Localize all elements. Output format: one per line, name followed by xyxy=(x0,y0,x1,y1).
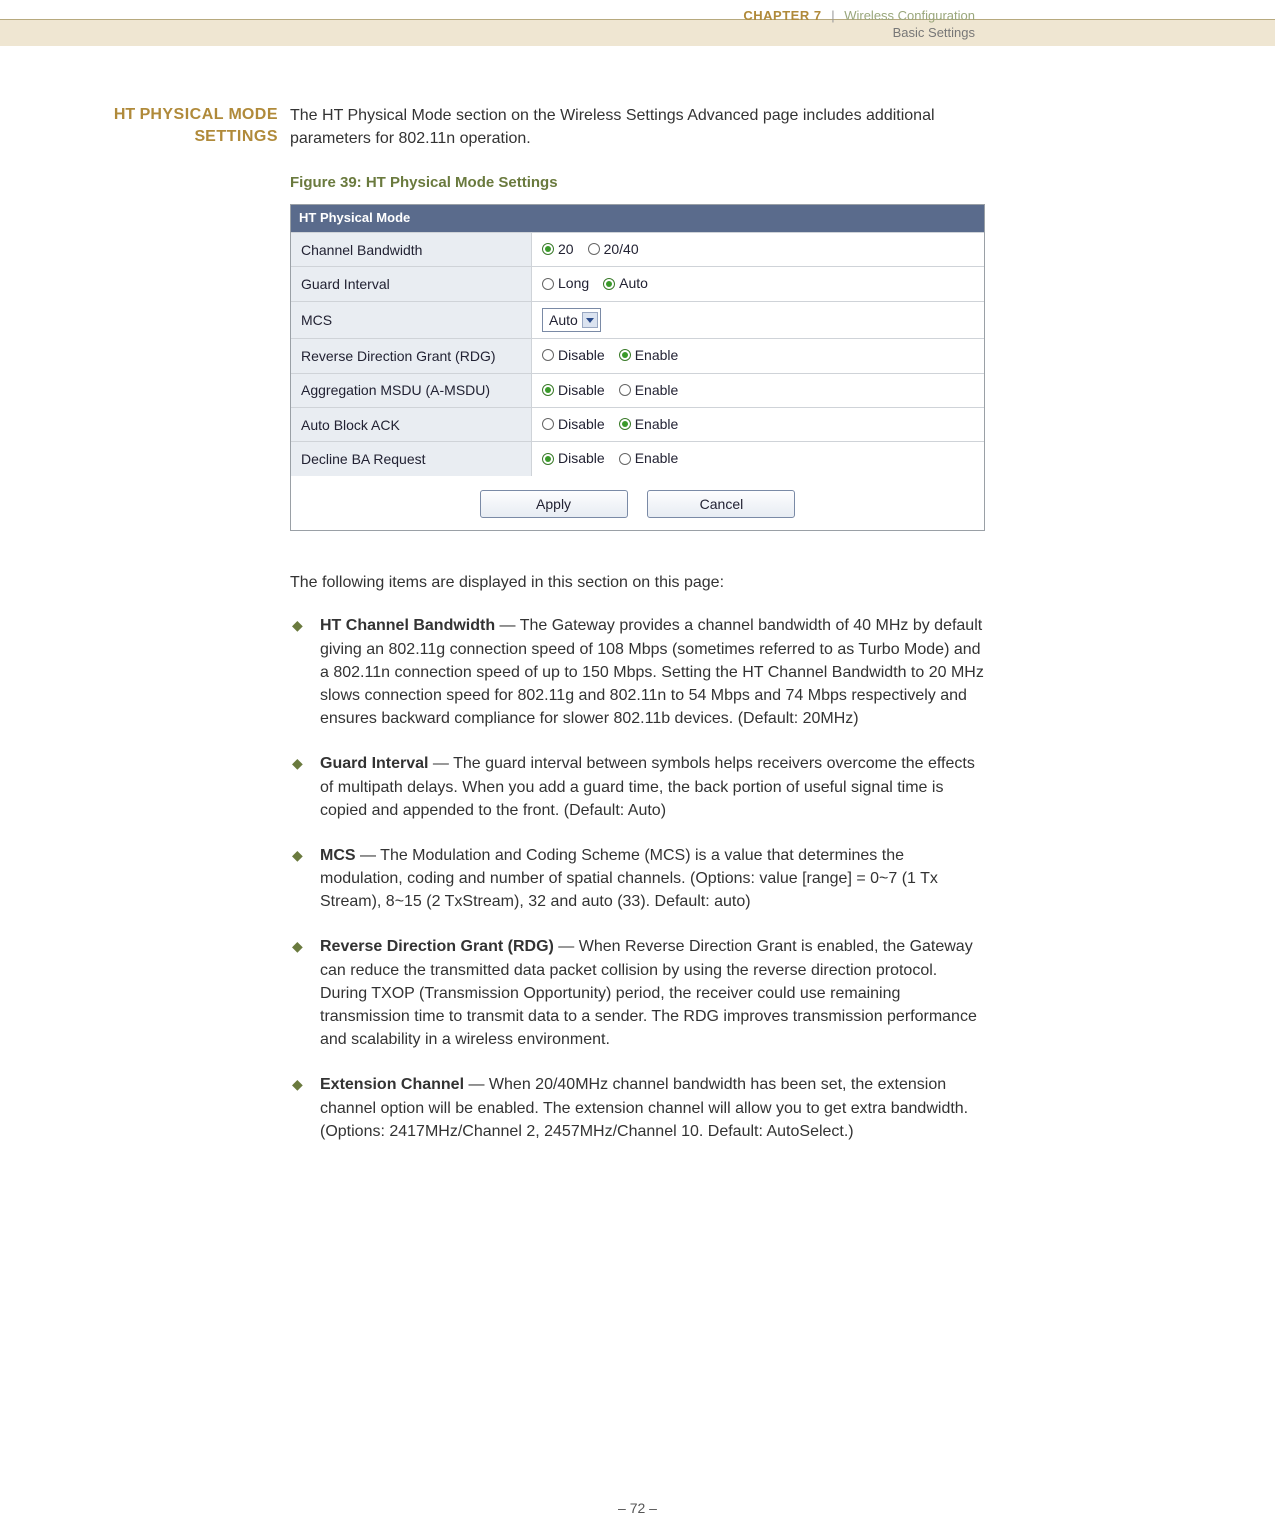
select-dropdown[interactable]: Auto xyxy=(542,308,601,332)
radio-icon xyxy=(542,243,554,255)
radio-option[interactable]: Enable xyxy=(619,345,679,365)
setting-label: MCS xyxy=(291,301,532,338)
page-number: – 72 – xyxy=(0,1498,1275,1518)
separator: | xyxy=(831,8,834,23)
radio-option[interactable]: Enable xyxy=(619,380,679,400)
definition-list: HT Channel Bandwidth — The Gateway provi… xyxy=(290,614,985,1165)
radio-icon xyxy=(542,418,554,430)
term: Guard Interval xyxy=(320,755,428,772)
radio-label: Enable xyxy=(635,414,679,434)
chapter-label: CHAPTER 7 xyxy=(743,8,821,23)
radio-icon xyxy=(619,349,631,361)
term: Reverse Direction Grant (RDG) xyxy=(320,938,554,955)
radio-icon xyxy=(619,453,631,465)
radio-option[interactable]: Long xyxy=(542,273,589,293)
list-item: Reverse Direction Grant (RDG) — When Rev… xyxy=(290,935,985,1073)
radio-label: Disable xyxy=(558,345,605,365)
radio-option[interactable]: Disable xyxy=(542,380,605,400)
radio-option[interactable]: Disable xyxy=(542,414,605,434)
setting-label: Guard Interval xyxy=(291,267,532,301)
description: — The Modulation and Coding Scheme (MCS)… xyxy=(320,847,938,910)
radio-icon xyxy=(619,418,631,430)
select-value: Auto xyxy=(549,310,578,330)
radio-option[interactable]: 20 xyxy=(542,239,574,259)
radio-option[interactable]: Disable xyxy=(542,345,605,365)
apply-button[interactable]: Apply xyxy=(480,490,628,518)
list-item: HT Channel Bandwidth — The Gateway provi… xyxy=(290,614,985,752)
header-subsection: Basic Settings xyxy=(893,24,975,43)
side-heading: HT PHYSICAL MODE SETTINGS xyxy=(0,104,278,147)
figure-caption: Figure 39: HT Physical Mode Settings xyxy=(290,172,985,194)
settings-screenshot: HT Physical Mode Channel Bandwidth 20 20/4… xyxy=(290,204,985,531)
radio-option[interactable]: Enable xyxy=(619,414,679,434)
cancel-button[interactable]: Cancel xyxy=(647,490,795,518)
table-row: Aggregation MSDU (A-MSDU) Disable Enable xyxy=(291,373,984,407)
screenshot-title: HT Physical Mode xyxy=(291,205,984,232)
intro-paragraph: The HT Physical Mode section on the Wire… xyxy=(290,104,985,150)
setting-value: Disable Enable xyxy=(532,442,985,476)
radio-label: Enable xyxy=(635,380,679,400)
radio-option[interactable]: Disable xyxy=(542,448,605,468)
radio-label: Long xyxy=(558,273,589,293)
table-row: Guard Interval Long Auto xyxy=(291,267,984,301)
table-row: Auto Block ACK Disable Enable xyxy=(291,408,984,442)
page-header: CHAPTER 7 | Wireless Configuration Basic… xyxy=(0,0,1275,52)
radio-option[interactable]: Auto xyxy=(603,273,648,293)
radio-label: 20/40 xyxy=(604,239,639,259)
radio-label: Disable xyxy=(558,380,605,400)
radio-icon xyxy=(542,278,554,290)
table-row: Reverse Direction Grant (RDG) Disable Enab… xyxy=(291,339,984,373)
radio-label: Disable xyxy=(558,448,605,468)
radio-label: 20 xyxy=(558,239,574,259)
setting-value: Auto xyxy=(532,301,985,338)
radio-label: Auto xyxy=(619,273,648,293)
list-item: Extension Channel — When 20/40MHz channe… xyxy=(290,1073,985,1165)
radio-icon xyxy=(588,243,600,255)
chevron-down-icon xyxy=(582,312,598,328)
table-row: Channel Bandwidth 20 20/40 xyxy=(291,232,984,266)
list-lead: The following items are displayed in thi… xyxy=(290,571,985,594)
term: MCS xyxy=(320,847,356,864)
setting-value: Disable Enable xyxy=(532,408,985,442)
radio-option[interactable]: 20/40 xyxy=(588,239,639,259)
setting-label: Reverse Direction Grant (RDG) xyxy=(291,339,532,373)
setting-value: 20 20/40 xyxy=(532,232,985,266)
setting-value: Long Auto xyxy=(532,267,985,301)
settings-table: Channel Bandwidth2020/40Guard IntervalLo… xyxy=(291,232,984,476)
list-item: MCS — The Modulation and Coding Scheme (… xyxy=(290,844,985,936)
setting-value: Disable Enable xyxy=(532,373,985,407)
section-label: Wireless Configuration xyxy=(844,8,975,23)
table-row: Decline BA Request Disable Enable xyxy=(291,442,984,476)
table-row: MCS Auto xyxy=(291,301,984,338)
setting-label: Aggregation MSDU (A-MSDU) xyxy=(291,373,532,407)
radio-icon xyxy=(619,384,631,396)
setting-label: Auto Block ACK xyxy=(291,408,532,442)
setting-label: Channel Bandwidth xyxy=(291,232,532,266)
radio-icon xyxy=(603,278,615,290)
radio-icon xyxy=(542,349,554,361)
radio-label: Enable xyxy=(635,345,679,365)
radio-label: Enable xyxy=(635,448,679,468)
setting-label: Decline BA Request xyxy=(291,442,532,476)
radio-icon xyxy=(542,453,554,465)
term: HT Channel Bandwidth xyxy=(320,617,495,634)
radio-option[interactable]: Enable xyxy=(619,448,679,468)
list-item: Guard Interval — The guard interval betw… xyxy=(290,752,985,844)
term: Extension Channel xyxy=(320,1076,464,1093)
radio-label: Disable xyxy=(558,414,605,434)
setting-value: Disable Enable xyxy=(532,339,985,373)
radio-icon xyxy=(542,384,554,396)
